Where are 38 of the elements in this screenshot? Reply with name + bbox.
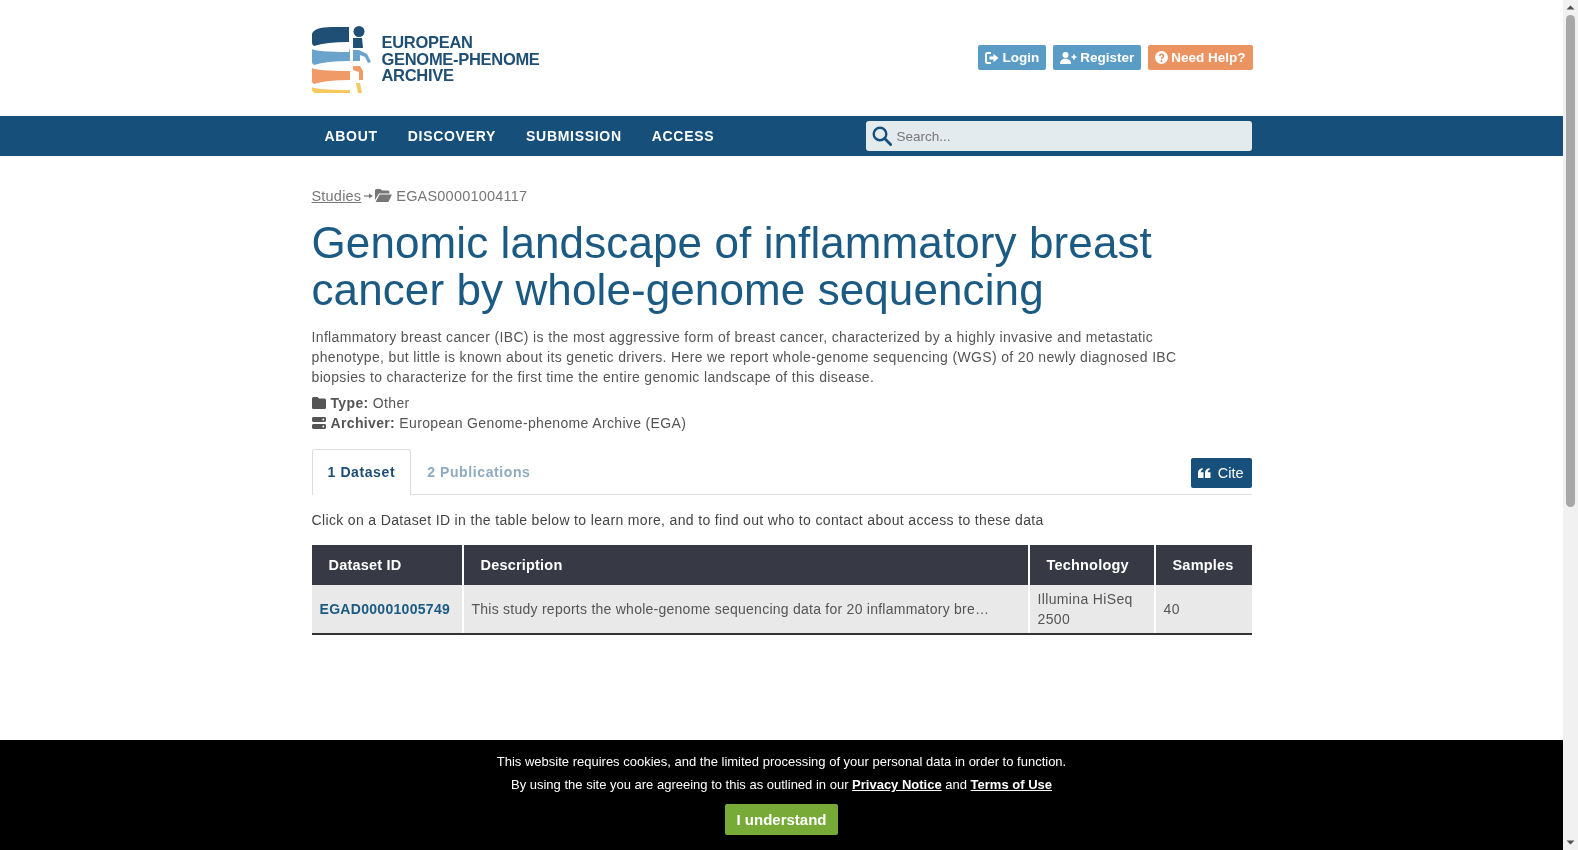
logo-wordmark[interactable]: EUROPEAN GENOME-PHENOME ARCHIVE <box>381 34 540 84</box>
column-header: Description <box>462 545 1029 585</box>
tab[interactable]: 1 Dataset <box>311 449 412 495</box>
question-circle-icon <box>1155 51 1169 64</box>
nav-link[interactable]: ACCESS <box>638 128 730 144</box>
table-cell: This study reports the whole-genome sequencing data for 20 inflammatory bre… <box>462 585 1029 634</box>
cookie-notice-text: By using the site you are agreeing to this as outlined in our Privacy Notice and Terms of Use <box>510 776 1052 793</box>
arrow-right-icon <box>364 192 374 199</box>
archiver-field-text: Archiver: European Genome-phenome Archive (EGA) <box>330 415 687 431</box>
breadcrumb-link[interactable]: Studies <box>311 187 362 204</box>
table-cell: 40 <box>1154 585 1252 634</box>
study-title: Genomic landscape of inflammatory breast cancer by whole-genome sequencing <box>311 219 1153 313</box>
scrollbar-thumb[interactable] <box>1566 15 1575 507</box>
user-plus-icon <box>1060 51 1078 64</box>
column-header: Technology <box>1028 545 1155 585</box>
nav-link[interactable]: ABOUT <box>311 128 393 144</box>
nav-link[interactable]: DISCOVERY <box>394 128 512 144</box>
breadcrumb-current: EGAS00001004117 <box>396 187 528 204</box>
server-icon <box>311 417 326 429</box>
study-description: Inflammatory breast cancer (IBC) is the most aggressive form of breast cancer, characterized by a highly invasive and metastatic phenotype, but little is known about its genetic drivers. Here we report whole-genome sequencing (WGS) of 20 newly diagnosed IBC biopsies to characterize for the first time the entire genomic landscape of this disease. <box>311 328 1178 387</box>
sign-in-icon <box>985 51 1000 64</box>
policy-link[interactable]: Terms of Use <box>970 777 1052 792</box>
archive-logo-icon[interactable] <box>311 25 374 93</box>
search-icon <box>871 126 892 146</box>
nav-link[interactable]: SUBMISSION <box>513 128 637 144</box>
policy-link[interactable]: Privacy Notice <box>852 777 942 792</box>
table-cell: Illumina HiSeq 2500 <box>1028 585 1155 634</box>
folder-open-icon <box>375 189 393 202</box>
cite-button[interactable]: Cite <box>1190 458 1252 488</box>
scrollbar[interactable] <box>1563 0 1578 850</box>
instruction-text: Click on a Dataset ID in the table below to learn more, and to find out who to contact about access to these data <box>311 511 1045 530</box>
folder-icon <box>311 397 326 409</box>
column-header: Samples <box>1154 545 1252 585</box>
cookie-message: This website requires cookies, and the limited processing of your personal data in order to function. <box>496 753 1067 770</box>
search-field[interactable]: Search... <box>865 121 1252 151</box>
type-field-text: Type: Other <box>330 395 410 411</box>
quote-icon <box>1197 468 1211 478</box>
column-header: Dataset ID <box>311 545 463 585</box>
